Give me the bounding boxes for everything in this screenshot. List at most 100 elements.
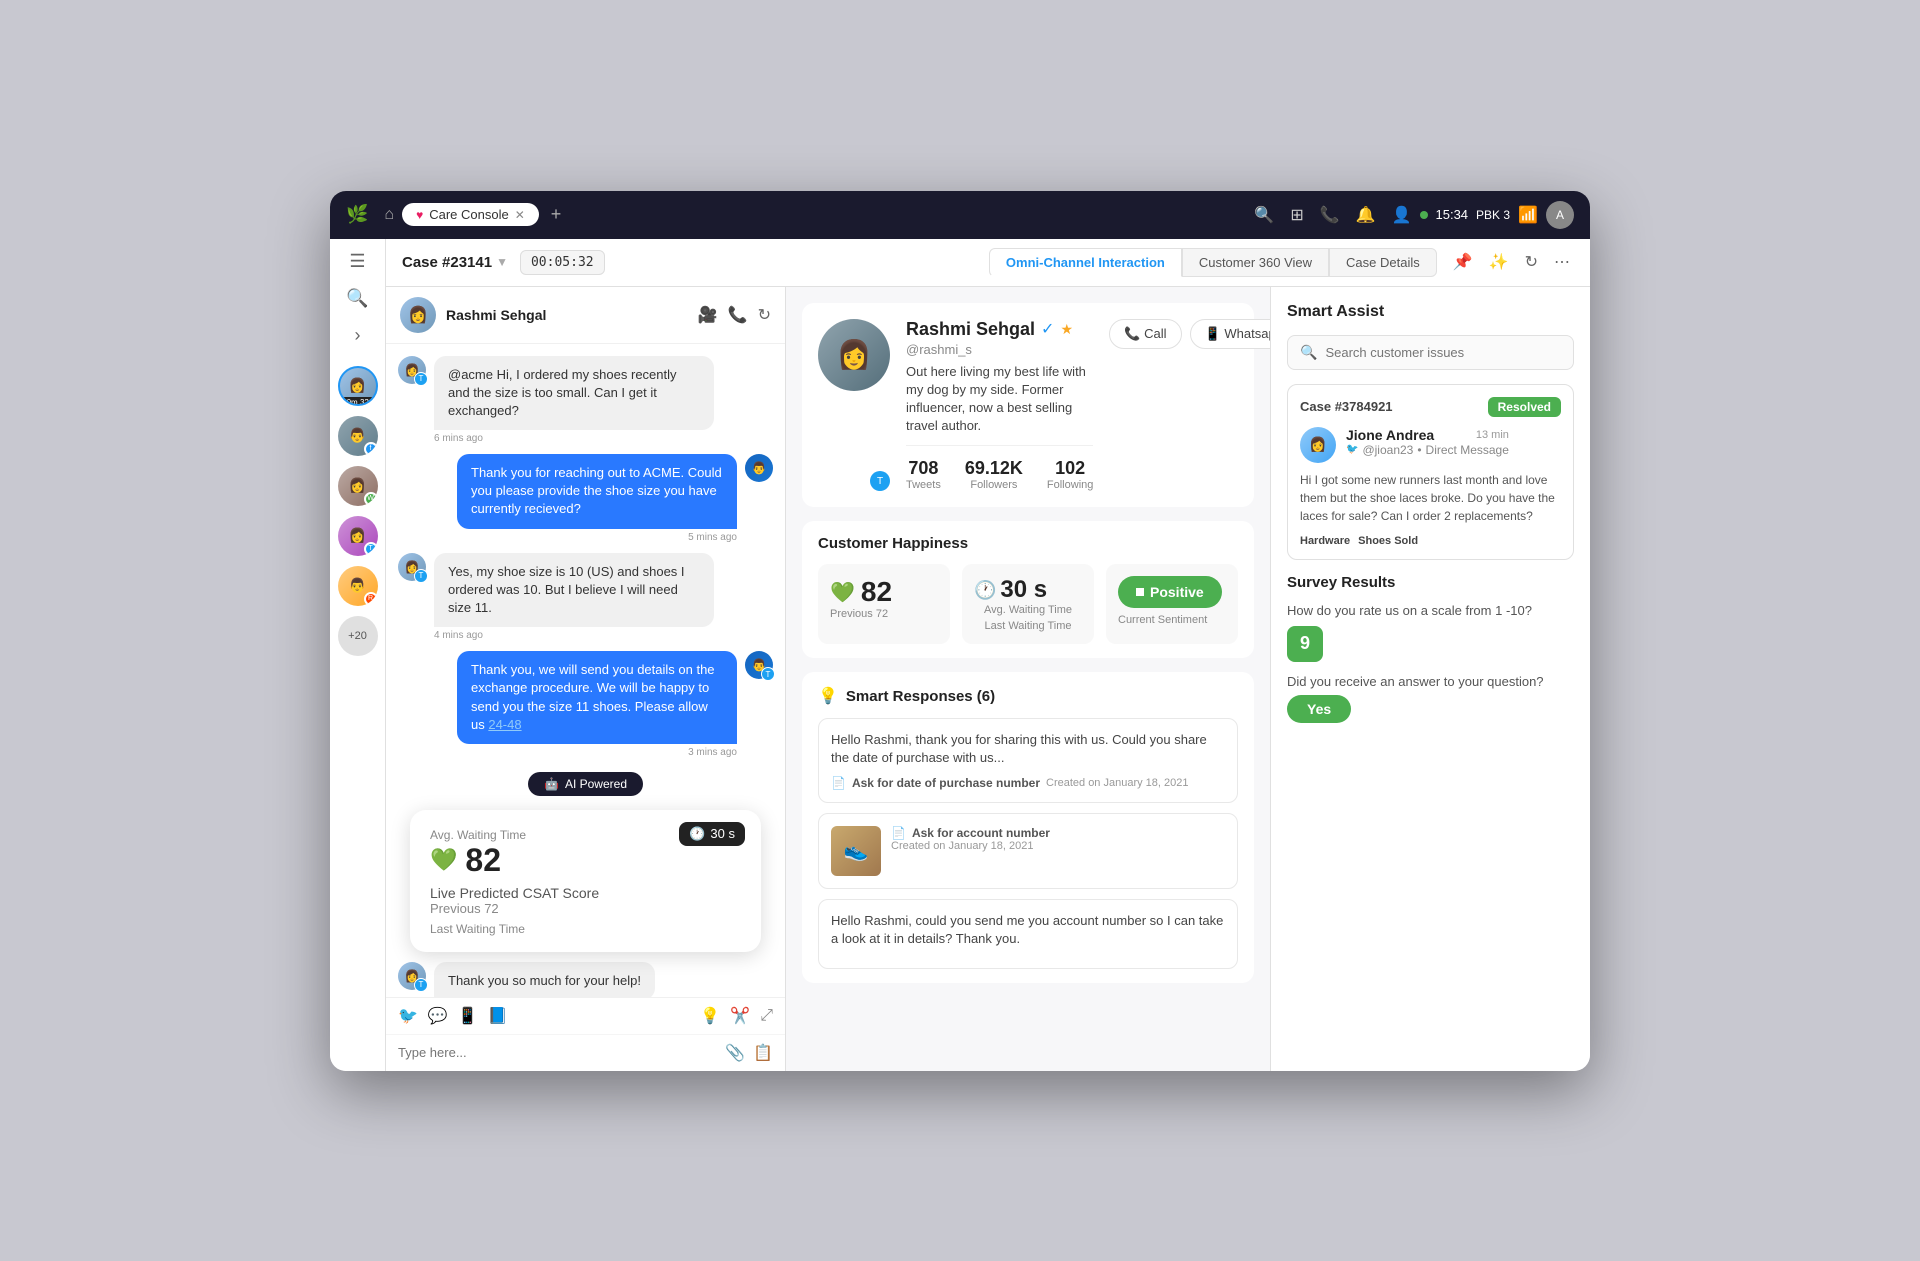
link-24-48[interactable]: 24-48 <box>488 717 521 732</box>
call-action-button[interactable]: 📞 Call <box>1109 319 1181 349</box>
ai-icon: 🤖 <box>544 777 559 791</box>
attachment-icon[interactable]: 📎 <box>725 1043 745 1063</box>
maximize-icon[interactable]: ⤢ <box>760 1007 773 1025</box>
sr-image-2: 👟 <box>831 826 881 876</box>
sidebar-search-icon[interactable]: 🔍 <box>346 288 368 309</box>
csat-heart-card: 💚 <box>830 580 855 605</box>
message-row-5: 👩 T Thank you so much for your help! 2 m… <box>398 962 773 997</box>
case-dropdown-icon[interactable]: ▼ <box>496 255 508 269</box>
phone-icon[interactable]: 📞 <box>1320 205 1340 225</box>
chat-input-field[interactable] <box>398 1045 717 1060</box>
menu-icon[interactable]: ☰ <box>349 251 365 272</box>
refresh-icon[interactable]: ↻ <box>1521 248 1542 276</box>
resolved-badge: Resolved <box>1488 397 1561 417</box>
smart-assist-search[interactable]: 🔍 <box>1287 335 1574 370</box>
twitter-badge: T <box>364 542 378 556</box>
conversation-item-5[interactable]: 👨 R <box>338 566 378 606</box>
content-area: Case #23141 ▼ 00:05:32 Omni-Channel Inte… <box>386 239 1590 1071</box>
conversation-item-2[interactable]: 👨 f <box>338 416 378 456</box>
facebook-channel-icon[interactable]: 📘 <box>488 1006 508 1026</box>
last-wait-label: Last Waiting Time <box>430 922 741 936</box>
sr-text-1: Hello Rashmi, thank you for sharing this… <box>831 731 1225 767</box>
happiness-section: Customer Happiness 💚 82 Previous 72 <box>802 521 1254 658</box>
sentiment-button[interactable]: Positive <box>1118 576 1222 608</box>
case-agent-avatar: 👩 <box>1300 427 1336 463</box>
message-row-1: 👩 T @acme Hi, I ordered my shoes recentl… <box>398 356 773 445</box>
twitter-channel-badge-3: T <box>414 569 428 583</box>
wait-time-display: 🕐 30 s <box>974 576 1082 604</box>
profile-section: 👩 T Rashmi Sehgal ✓ ★ @rashmi_s Out here… <box>802 303 1254 508</box>
chat-header: 👩 Rashmi Sehgal 🎥 📞 ↻ <box>386 287 785 344</box>
smart-response-card-2[interactable]: 👟 📄 Ask for account number Created on Ja… <box>818 813 1238 889</box>
sr-meta-2: 📄 Ask for account number <box>891 826 1050 840</box>
twitter-channel-icon[interactable]: 🐦 <box>398 1006 418 1026</box>
case-tag-hardware: Hardware <box>1300 535 1350 547</box>
smart-response-card-3[interactable]: Hello Rashmi, could you send me you acco… <box>818 899 1238 969</box>
user-avatar-wrap-3: 👩 T <box>398 553 426 581</box>
last-wait-label-card: Last Waiting Time <box>974 620 1082 632</box>
ai-powered-badge: 🤖 AI Powered <box>528 772 643 796</box>
gold-star-icon: ★ <box>1060 321 1073 338</box>
search-input-assist[interactable] <box>1325 345 1561 360</box>
video-icon[interactable]: 🎥 <box>698 305 718 325</box>
grid-icon[interactable]: ⊞ <box>1290 205 1303 225</box>
csat-card: 💚 82 Previous 72 <box>818 564 950 644</box>
followers-label: Followers <box>965 479 1023 491</box>
sr-text-wrap-2: 📄 Ask for account number Created on Janu… <box>891 826 1050 852</box>
whatsapp-channel-icon[interactable]: 📱 <box>458 1006 478 1026</box>
more-conversations-badge[interactable]: +20 <box>338 616 378 656</box>
user-plus-icon[interactable]: 👤 <box>1392 205 1412 225</box>
conversation-list: 👩 10m 32s 👨 f 👩 W 👩 T 👨 R <box>338 366 378 656</box>
conversation-item-4[interactable]: 👩 T <box>338 516 378 556</box>
profile-stats-row: 708 Tweets 69.12K Followers 102 Followin… <box>906 445 1093 491</box>
add-tab-icon[interactable]: + <box>551 204 562 225</box>
pin-icon[interactable]: 📌 <box>1449 248 1477 276</box>
whatsapp-badge: W <box>364 492 378 506</box>
smart-response-card-1[interactable]: Hello Rashmi, thank you for sharing this… <box>818 718 1238 802</box>
agent-avatar[interactable]: A <box>1546 201 1574 229</box>
message-bubble-3: Yes, my shoe size is 10 (US) and shoes I… <box>434 553 714 628</box>
timer-badge: 10m 32s <box>338 397 378 406</box>
following-count: 102 <box>1047 458 1093 479</box>
bulb-action-icon[interactable]: 💡 <box>700 1006 720 1026</box>
nav-icon-group: 🔍 ⊞ 📞 🔔 👤 <box>1254 205 1411 225</box>
message-bubble-2: Thank you for reaching out to ACME. Coul… <box>457 454 737 529</box>
facebook-badge: f <box>364 442 378 456</box>
call-icon[interactable]: 📞 <box>728 305 748 325</box>
wand-icon[interactable]: ✨ <box>1485 248 1513 276</box>
profile-avatar: 👩 <box>818 319 890 391</box>
home-icon[interactable]: ⌂ <box>384 206 394 224</box>
tab-close-icon[interactable]: ✕ <box>515 208 525 222</box>
tab-omnichannel[interactable]: Omni-Channel Interaction <box>989 248 1182 277</box>
message-row-4: 👨 T Thank you, we will send you details … <box>398 651 773 758</box>
message-time-3: 4 mins ago <box>434 630 714 641</box>
more-options-icon[interactable]: ⋯ <box>1550 248 1574 276</box>
search-icon[interactable]: 🔍 <box>1254 205 1274 225</box>
tab-case-details[interactable]: Case Details <box>1329 248 1437 277</box>
reload-icon[interactable]: ↻ <box>758 305 771 325</box>
chat-channel-icon[interactable]: 💬 <box>428 1006 448 1026</box>
sr-doc-icon-2: 📄 <box>891 826 906 840</box>
scissors-icon[interactable]: ✂️ <box>730 1006 750 1026</box>
tab-customer360[interactable]: Customer 360 View <box>1182 248 1329 277</box>
stat-following: 102 Following <box>1047 458 1093 491</box>
profile-action-buttons: 📞 Call 📱 Whatsapp ✉️ Email <box>1109 319 1270 492</box>
care-console-tab[interactable]: ♥ Care Console ✕ <box>402 203 539 226</box>
csat-popup: 🕐 30 s Avg. Waiting Time 💚 82 Live Predi… <box>410 810 761 952</box>
conversation-item-3[interactable]: 👩 W <box>338 466 378 506</box>
csat-score-row: 💚 82 <box>430 842 741 879</box>
followers-count: 69.12K <box>965 458 1023 479</box>
whatsapp-action-button[interactable]: 📱 Whatsapp <box>1190 319 1270 349</box>
message-time-4: 3 mins ago <box>457 747 737 758</box>
csat-label: Live Predicted CSAT Score <box>430 885 741 901</box>
conversation-item-1[interactable]: 👩 10m 32s <box>338 366 378 406</box>
csat-prev-card: Previous 72 <box>830 608 938 620</box>
clock-icon: 🕐 <box>974 580 996 601</box>
profile-avatar-container: 👩 T <box>818 319 890 492</box>
template-icon[interactable]: 📋 <box>753 1043 773 1063</box>
ai-badge-container: 🤖 AI Powered <box>398 772 773 796</box>
survey-yes-button[interactable]: Yes <box>1287 695 1351 723</box>
sidebar-chevron-right-icon[interactable]: › <box>355 325 361 346</box>
reddit-badge: R <box>364 592 378 606</box>
bell-icon[interactable]: 🔔 <box>1356 205 1376 225</box>
